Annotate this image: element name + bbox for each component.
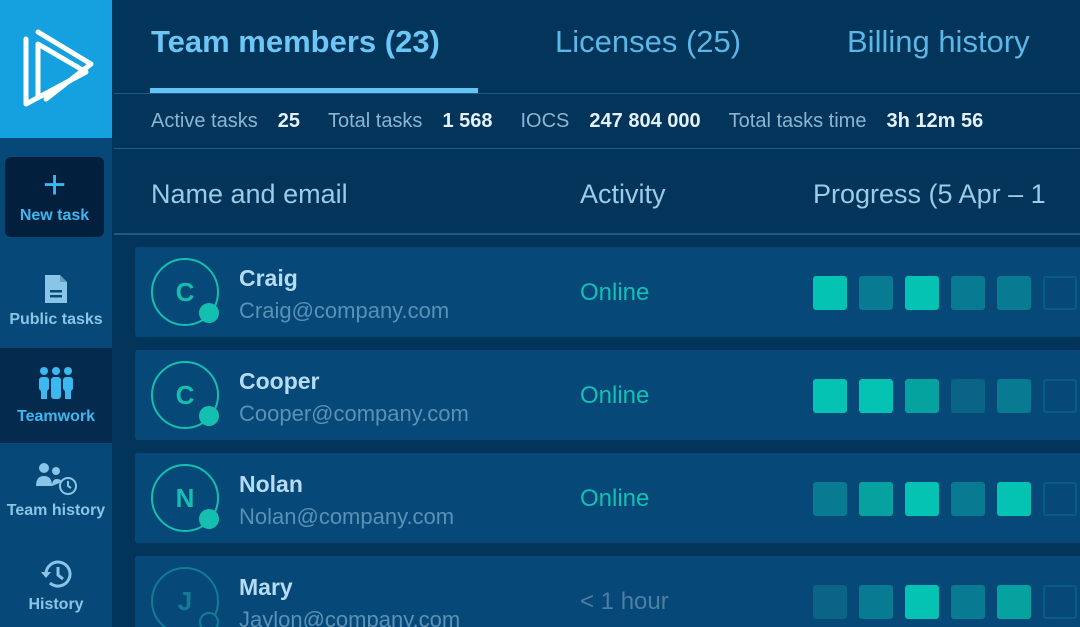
tab-bar: Team members (23) Licenses (25) Billing …	[114, 0, 1080, 94]
progress-cell[interactable]	[1043, 276, 1077, 310]
activity-status: Online	[580, 382, 650, 409]
progress-cell[interactable]	[951, 482, 985, 516]
document-icon	[45, 274, 67, 303]
tab-billing-history[interactable]: Billing history	[847, 24, 1030, 60]
play-triangles-logo-icon	[23, 29, 94, 107]
sidebar-item-public-tasks[interactable]: Public tasks	[0, 253, 112, 348]
progress-cell[interactable]	[859, 585, 893, 619]
stat-label-total-tasks: Total tasks	[327, 109, 423, 132]
new-task-button[interactable]: + New task	[5, 157, 104, 237]
progress-cell[interactable]	[1043, 482, 1077, 516]
app-logo[interactable]	[0, 0, 112, 138]
avatar: C	[151, 361, 219, 429]
stats-bar: Active tasks 25 Total tasks 1 568 IOCS 2…	[114, 94, 1080, 149]
progress-cell[interactable]	[997, 276, 1031, 310]
progress-cell[interactable]	[997, 482, 1031, 516]
stat-value-total-tasks: 1 568	[442, 109, 493, 132]
column-header-activity[interactable]: Activity	[580, 179, 666, 210]
progress-cells	[813, 585, 1077, 619]
member-email: Cooper@company.com	[239, 401, 469, 426]
history-icon	[41, 560, 72, 588]
activity-status: Online	[580, 279, 650, 306]
member-name: Cooper	[239, 368, 320, 394]
sidebar-item-teamwork[interactable]: Teamwork	[0, 348, 112, 443]
progress-cell[interactable]	[905, 482, 939, 516]
main-content: Team members (23) Licenses (25) Billing …	[114, 0, 1080, 627]
progress-cell[interactable]	[905, 585, 939, 619]
progress-cell[interactable]	[905, 379, 939, 413]
member-name: Mary	[239, 574, 293, 600]
table-header: Name and email Activity Progress (5 Apr …	[114, 149, 1080, 235]
progress-cell[interactable]	[951, 585, 985, 619]
stat-label-active-tasks: Active tasks	[151, 109, 258, 132]
progress-cell[interactable]	[1043, 379, 1077, 413]
member-email: Craig@company.com	[239, 298, 450, 323]
progress-cells	[813, 276, 1077, 310]
sidebar-item-label: Team history	[6, 501, 106, 519]
status-dot-icon	[199, 303, 219, 323]
activity-status: Online	[580, 485, 650, 512]
tab-team-members[interactable]: Team members (23)	[151, 24, 440, 60]
avatar-initial: N	[175, 482, 195, 513]
stat-value-active-tasks: 25	[277, 109, 300, 132]
sidebar-item-label: History	[28, 595, 84, 613]
column-header-name[interactable]: Name and email	[151, 179, 348, 210]
team-history-icon	[36, 462, 77, 495]
progress-cell[interactable]	[859, 379, 893, 413]
table-row[interactable]: C Craig Craig@company.com Online	[135, 247, 1080, 337]
sidebar-item-label: Public tasks	[9, 310, 103, 328]
avatar: N	[151, 464, 219, 532]
avatar: J	[151, 567, 219, 627]
stat-label-total-tasks-time: Total tasks time	[728, 109, 867, 132]
table-row[interactable]: J Mary Jaylon@company.com < 1 hour	[135, 556, 1080, 627]
active-tab-indicator	[150, 88, 478, 93]
progress-cell[interactable]	[997, 379, 1031, 413]
member-email: Jaylon@company.com	[239, 607, 461, 627]
progress-cell[interactable]	[951, 379, 985, 413]
plus-icon: +	[42, 163, 67, 207]
column-header-progress[interactable]: Progress (5 Apr – 1	[813, 179, 1046, 210]
progress-cell[interactable]	[813, 379, 847, 413]
new-task-label: New task	[19, 207, 90, 224]
status-dot-icon	[199, 509, 219, 529]
sidebar-item-label: Teamwork	[17, 407, 95, 425]
progress-cells	[813, 482, 1077, 516]
sidebar-item-history[interactable]: History	[0, 538, 112, 627]
table-row[interactable]: C Cooper Cooper@company.com Online	[135, 350, 1080, 440]
avatar-initial: C	[175, 276, 195, 307]
status-dot-icon	[199, 612, 219, 627]
member-email: Nolan@company.com	[239, 504, 455, 529]
team-icon	[39, 366, 73, 399]
progress-cell[interactable]	[813, 276, 847, 310]
stat-value-iocs: 247 804 000	[589, 109, 701, 132]
progress-cell[interactable]	[997, 585, 1031, 619]
stat-label-iocs: IOCS	[520, 109, 570, 132]
progress-cells	[813, 379, 1077, 413]
member-name: Nolan	[239, 471, 303, 497]
sidebar-item-team-history[interactable]: Team history	[0, 443, 112, 538]
avatar-initial: J	[177, 585, 193, 616]
sidebar: + New task Public tasks Teamwork Team hi…	[0, 0, 112, 627]
progress-cell[interactable]	[813, 585, 847, 619]
stat-value-total-tasks-time: 3h 12m 56	[886, 109, 984, 132]
avatar: C	[151, 258, 219, 326]
activity-status: < 1 hour	[580, 588, 669, 615]
progress-cell[interactable]	[905, 276, 939, 310]
progress-cell[interactable]	[813, 482, 847, 516]
progress-cell[interactable]	[859, 482, 893, 516]
table-row[interactable]: N Nolan Nolan@company.com Online	[135, 453, 1080, 543]
tab-licenses[interactable]: Licenses (25)	[555, 24, 741, 60]
member-name: Craig	[239, 265, 298, 291]
progress-cell[interactable]	[951, 276, 985, 310]
avatar-initial: C	[175, 379, 195, 410]
progress-cell[interactable]	[1043, 585, 1077, 619]
status-dot-icon	[199, 406, 219, 426]
progress-cell[interactable]	[859, 276, 893, 310]
